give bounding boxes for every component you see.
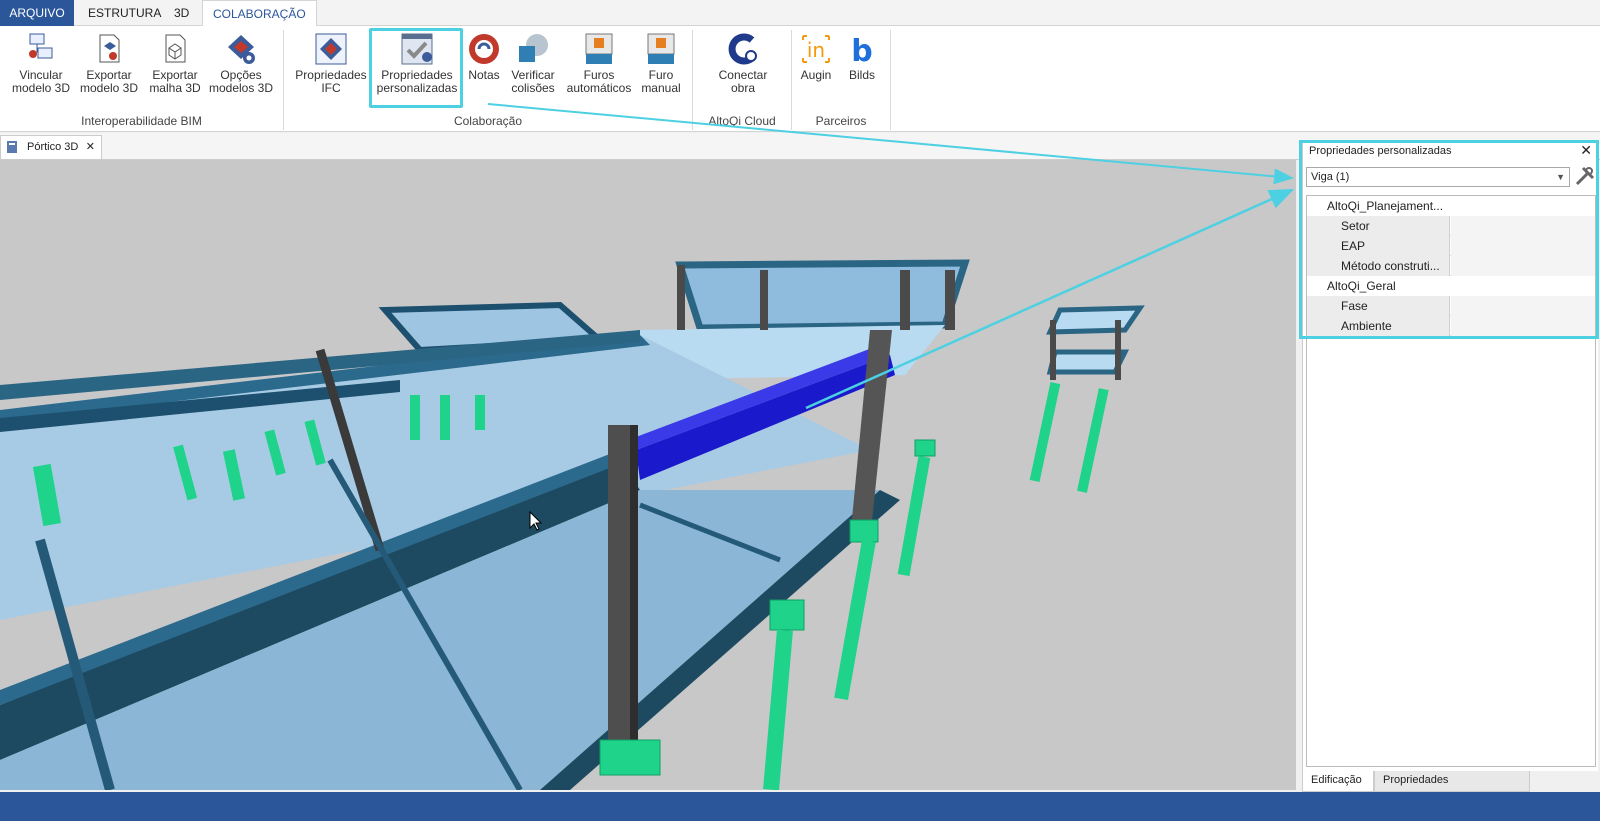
panel-bottom-tabs: Edificação Propriedades personalizadas bbox=[1302, 771, 1598, 805]
status-bar bbox=[0, 792, 1600, 821]
tab-propriedades-personalizadas[interactable]: Propriedades personalizadas bbox=[1374, 771, 1530, 805]
panel-highlight bbox=[1299, 140, 1599, 339]
tab-edificacao[interactable]: Edificação bbox=[1302, 771, 1374, 792]
